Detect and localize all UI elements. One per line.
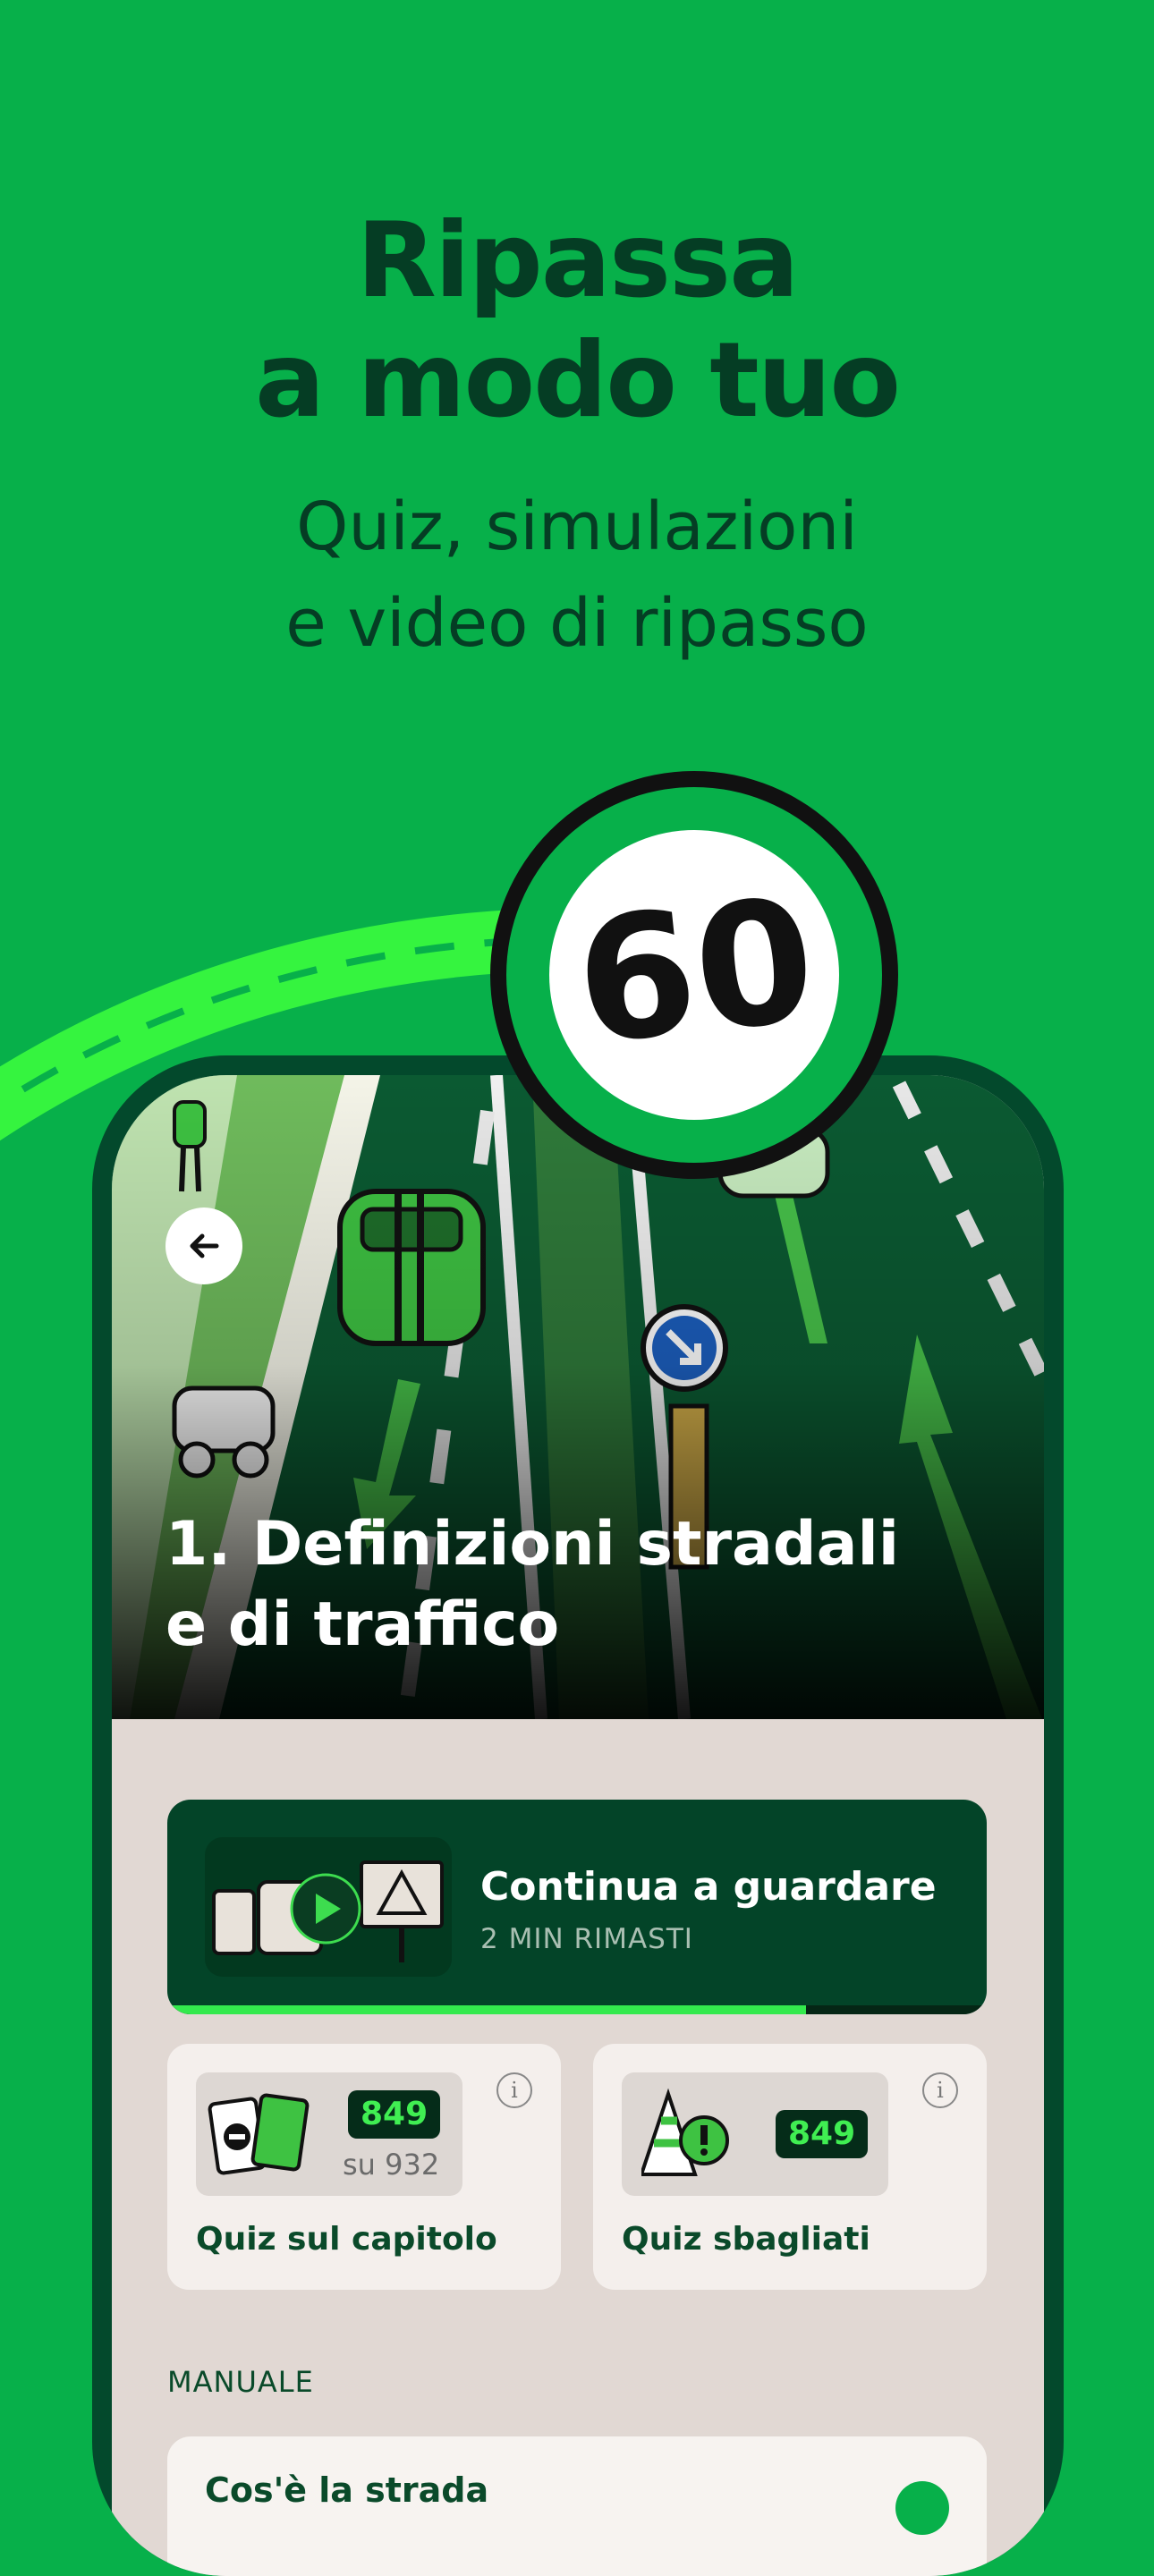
continue-title: Continua a guardare xyxy=(480,1864,937,1910)
quiz-cards-icon xyxy=(208,2093,310,2175)
phone-screen: 1. Definizioni stradali e di traffico Co… xyxy=(112,1075,1044,2576)
quiz-wrong-card[interactable]: 849 i Quiz sbagliati xyxy=(593,2044,987,2290)
speed-limit-sign: 60 xyxy=(490,771,898,1179)
manual-item[interactable]: Cos'è la strada xyxy=(167,2436,987,2576)
info-icon[interactable]: i xyxy=(496,2072,532,2108)
video-thumbnail-illustration xyxy=(212,1860,444,1962)
arrow-left-icon xyxy=(190,1233,219,1258)
phone-mockup: 1. Definizioni stradali e di traffico Co… xyxy=(92,1055,1064,2576)
chapter-title: 1. Definizioni stradali e di traffico xyxy=(165,1504,971,1665)
warning-cone-icon xyxy=(641,2088,729,2176)
quiz-chapter-thumbnail: 849 su 932 xyxy=(196,2072,462,2196)
chapter-title-line1: 1. Definizioni stradali xyxy=(165,1509,900,1580)
manual-section-label: MANUALE xyxy=(167,2365,314,2399)
quiz-wrong-count: 849 xyxy=(776,2110,869,2158)
video-progress-bar xyxy=(167,2005,987,2014)
manual-item-title: Cos'è la strada xyxy=(205,2470,489,2510)
video-progress-fill xyxy=(167,2005,807,2014)
back-button[interactable] xyxy=(165,1208,242,1284)
video-thumbnail xyxy=(205,1837,452,1977)
quiz-wrong-thumbnail: 849 xyxy=(622,2072,888,2196)
quiz-chapter-card[interactable]: 849 su 932 i Quiz sul capitolo xyxy=(167,2044,561,2290)
info-icon[interactable]: i xyxy=(922,2072,958,2108)
speed-limit-value: 60 xyxy=(567,861,823,1082)
time-remaining: 2 MIN RIMASTI xyxy=(480,1923,693,1955)
quiz-chapter-label: Quiz sul capitolo xyxy=(196,2221,497,2258)
quiz-chapter-total: su 932 xyxy=(343,2148,440,2182)
quiz-wrong-label: Quiz sbagliati xyxy=(622,2221,870,2258)
chapter-title-line2: e di traffico xyxy=(165,1589,560,1660)
continue-watching-card[interactable]: Continua a guardare 2 MIN RIMASTI xyxy=(167,1800,987,2014)
check-icon xyxy=(895,2481,949,2535)
quiz-chapter-count: 849 xyxy=(348,2090,441,2139)
